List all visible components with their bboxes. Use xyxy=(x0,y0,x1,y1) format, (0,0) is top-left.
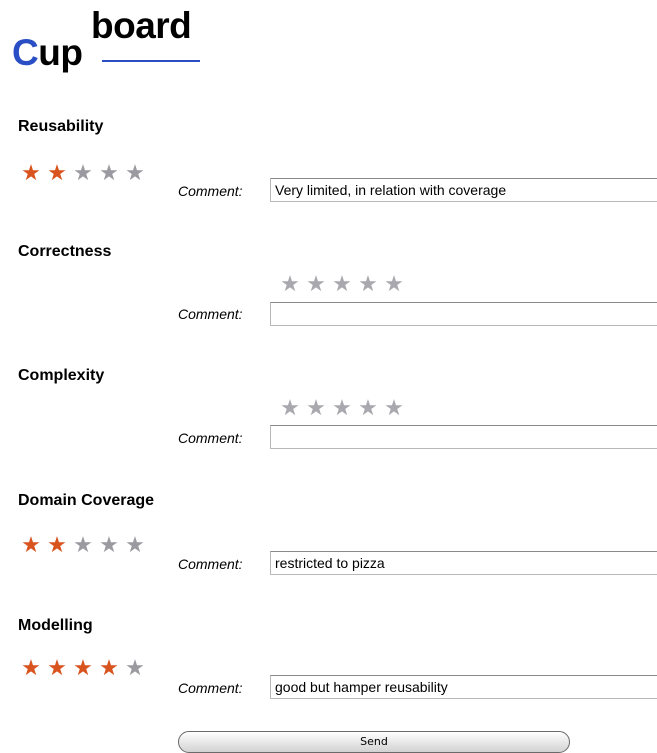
criterion-heading: Reusability xyxy=(18,118,104,135)
comment-label: Comment: xyxy=(178,430,243,446)
star-icon[interactable]: ★ xyxy=(381,397,407,421)
comment-input[interactable] xyxy=(270,551,657,575)
star-icon[interactable]: ★ xyxy=(277,397,303,421)
star-icon[interactable]: ★ xyxy=(355,273,381,297)
comment-label: Comment: xyxy=(178,306,243,322)
star-icon[interactable]: ★ xyxy=(277,273,303,297)
logo-text-cup: Cup xyxy=(12,32,83,73)
comment-input[interactable] xyxy=(270,425,657,449)
logo-text-board: board xyxy=(91,5,192,46)
star-rating[interactable]: ★ ★ ★ ★ ★ xyxy=(277,273,407,297)
comment-label: Comment: xyxy=(178,556,243,572)
star-icon[interactable]: ★ xyxy=(122,657,148,681)
star-icon[interactable]: ★ xyxy=(329,273,355,297)
star-icon[interactable]: ★ xyxy=(329,397,355,421)
star-rating[interactable]: ★ ★ ★ ★ ★ xyxy=(18,657,148,681)
comment-input[interactable] xyxy=(270,675,657,699)
star-icon[interactable]: ★ xyxy=(122,534,148,558)
star-icon[interactable]: ★ xyxy=(355,397,381,421)
criterion-heading: Correctness xyxy=(18,243,112,260)
star-rating[interactable]: ★ ★ ★ ★ ★ xyxy=(277,397,407,421)
star-icon[interactable]: ★ xyxy=(70,162,96,186)
star-icon[interactable]: ★ xyxy=(44,162,70,186)
star-icon[interactable]: ★ xyxy=(122,162,148,186)
comment-input[interactable] xyxy=(270,178,657,202)
star-icon[interactable]: ★ xyxy=(96,657,122,681)
star-icon[interactable]: ★ xyxy=(70,657,96,681)
star-icon[interactable]: ★ xyxy=(18,534,44,558)
star-icon[interactable]: ★ xyxy=(303,273,329,297)
star-icon[interactable]: ★ xyxy=(70,534,96,558)
star-icon[interactable]: ★ xyxy=(96,162,122,186)
logo-underline xyxy=(102,60,200,62)
star-icon[interactable]: ★ xyxy=(18,162,44,186)
comment-input[interactable] xyxy=(270,302,657,326)
send-button[interactable]: Send xyxy=(178,731,570,753)
comment-label: Comment: xyxy=(178,183,243,199)
star-rating[interactable]: ★ ★ ★ ★ ★ xyxy=(18,162,148,186)
logo-letter-c: C xyxy=(12,32,39,73)
star-icon[interactable]: ★ xyxy=(44,534,70,558)
star-icon[interactable]: ★ xyxy=(44,657,70,681)
cupboard-logo: board Cup xyxy=(12,6,212,76)
star-icon[interactable]: ★ xyxy=(381,273,407,297)
star-icon[interactable]: ★ xyxy=(96,534,122,558)
star-rating[interactable]: ★ ★ ★ ★ ★ xyxy=(18,534,148,558)
criterion-heading: Domain Coverage xyxy=(18,492,155,509)
star-icon[interactable]: ★ xyxy=(18,657,44,681)
comment-label: Comment: xyxy=(178,680,243,696)
star-icon[interactable]: ★ xyxy=(303,397,329,421)
criterion-heading: Complexity xyxy=(18,367,105,384)
criterion-heading: Modelling xyxy=(18,617,93,634)
logo-letters-up: up xyxy=(38,32,83,73)
